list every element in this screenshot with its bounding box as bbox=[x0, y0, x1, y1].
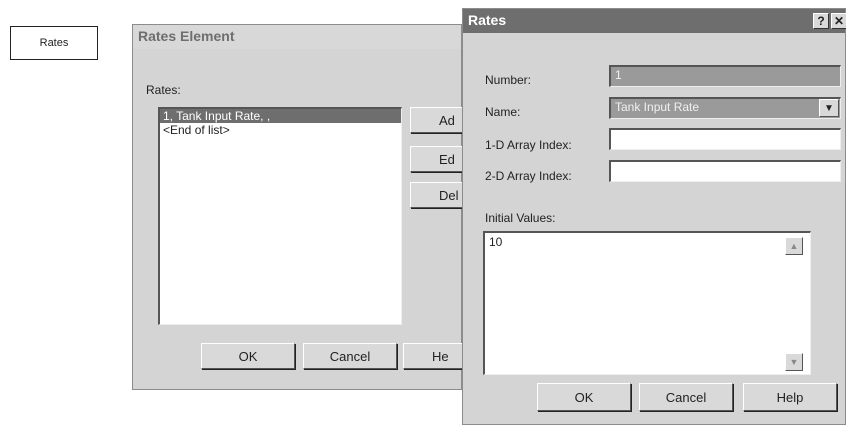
number-label: Number: bbox=[485, 73, 532, 87]
help-button[interactable]: Help bbox=[743, 383, 837, 411]
dialog-titlebar: Rates Element bbox=[133, 25, 461, 49]
number-field: 1 bbox=[609, 65, 841, 87]
scroll-down-icon[interactable]: ▼ bbox=[785, 353, 803, 371]
initial-values-textarea[interactable]: 10 bbox=[483, 231, 811, 375]
array-index-2d-label: 2-D Array Index: bbox=[485, 169, 572, 183]
close-icon[interactable]: ✕ bbox=[831, 13, 846, 29]
rates-label: Rates: bbox=[146, 83, 181, 97]
cancel-button[interactable]: Cancel bbox=[639, 383, 733, 411]
delete-button[interactable]: Del bbox=[410, 182, 470, 208]
cancel-button[interactable]: Cancel bbox=[303, 343, 397, 369]
help-icon[interactable]: ? bbox=[813, 13, 829, 29]
ok-button[interactable]: OK bbox=[537, 383, 631, 411]
array-index-1d-label: 1-D Array Index: bbox=[485, 138, 572, 152]
edit-button[interactable]: Ed bbox=[410, 146, 470, 172]
help-button[interactable]: He bbox=[403, 343, 463, 369]
chevron-down-icon[interactable]: ▼ bbox=[819, 99, 839, 117]
dialog-title: Rates bbox=[468, 12, 507, 28]
array-index-1d-input[interactable] bbox=[609, 128, 841, 150]
dialog-title: Rates Element bbox=[138, 28, 235, 44]
add-button[interactable]: Ad bbox=[410, 107, 470, 133]
rates-element-dialog: Rates Element Rates: 1, Tank Input Rate,… bbox=[132, 24, 470, 390]
list-item[interactable]: <End of list> bbox=[160, 123, 401, 137]
rates-list[interactable]: 1, Tank Input Rate, , <End of list> bbox=[158, 107, 402, 325]
ok-button[interactable]: OK bbox=[201, 343, 295, 369]
initial-values-text: 10 bbox=[489, 235, 503, 249]
rates-dialog: Rates ? ✕ Number: 1 Name: Tank Input Rat… bbox=[462, 8, 846, 425]
dialog-titlebar: Rates bbox=[463, 9, 845, 33]
name-label: Name: bbox=[485, 105, 521, 119]
scroll-up-icon[interactable]: ▲ bbox=[785, 237, 803, 255]
rates-node-label: Rates bbox=[39, 37, 69, 49]
rates-node[interactable]: Rates bbox=[10, 26, 98, 60]
initial-values-label: Initial Values: bbox=[485, 211, 556, 225]
list-item[interactable]: 1, Tank Input Rate, , bbox=[160, 109, 401, 123]
array-index-2d-input[interactable] bbox=[609, 160, 841, 182]
name-select[interactable]: Tank Input Rate bbox=[609, 97, 841, 119]
